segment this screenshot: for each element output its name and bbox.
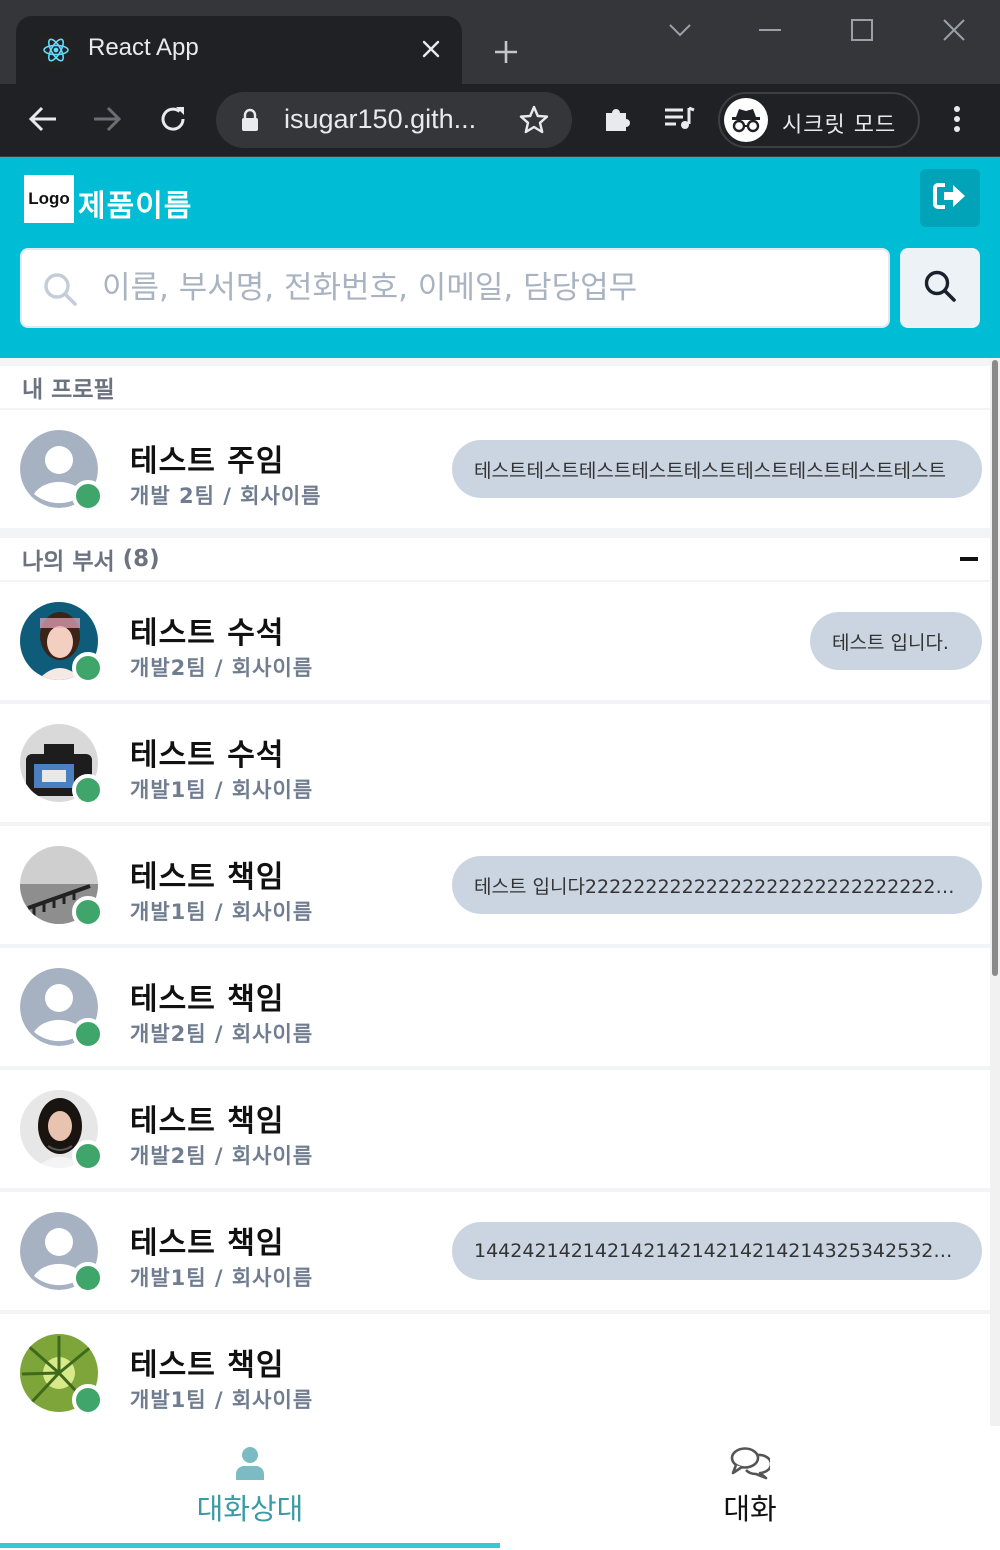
incognito-label: 시크릿 모드 — [782, 113, 897, 138]
contact-row[interactable]: 테스트 책임 개발1팀 / 회사이름 144242142142142142142… — [0, 1192, 990, 1310]
browser-toolbar: isugar150.gith... 시크릿 모드 — [0, 84, 1000, 157]
tab-chat-label: 대화 — [723, 1492, 777, 1526]
contact-name: 테스트 책임 — [130, 1348, 285, 1383]
search-box — [20, 248, 890, 328]
avatar — [20, 1334, 104, 1416]
url-text: isugar150.gith... — [284, 104, 477, 134]
sign-out-icon — [933, 182, 967, 214]
contact-row[interactable]: 테스트 책임 개발1팀 / 회사이름 테스트 입니다22222222222222… — [0, 826, 990, 944]
online-status-dot — [72, 1018, 104, 1050]
contact-name: 테스트 책임 — [130, 1104, 285, 1139]
back-arrow-icon[interactable] — [20, 96, 66, 142]
active-tab-indicator — [0, 1543, 500, 1548]
tab-contacts-label: 대화상대 — [196, 1492, 304, 1526]
my-profile-section-header: 내 프로필 — [0, 366, 990, 408]
app-header: Logo 제품이름 — [0, 157, 1000, 358]
reload-icon[interactable] — [150, 96, 196, 142]
tab-search-chevron-down-icon[interactable] — [660, 10, 700, 50]
browser-tabstrip: React App — [0, 0, 1000, 84]
maximize-icon[interactable] — [842, 10, 882, 50]
status-message: 1442421421421421421421421421432534253298… — [474, 1240, 960, 1262]
contact-dept: 개발1팀 / 회사이름 — [130, 1388, 314, 1412]
contact-row[interactable]: 테스트 수석 개발1팀 / 회사이름 — [0, 704, 990, 822]
tab-contacts[interactable]: 대화상대 — [0, 1426, 500, 1550]
contact-name: 테스트 책임 — [130, 860, 285, 895]
user-icon — [0, 1446, 500, 1480]
online-status-dot — [72, 1384, 104, 1416]
contact-name: 테스트 책임 — [130, 1226, 285, 1261]
contact-dept: 개발2팀 / 회사이름 — [130, 1022, 314, 1046]
member-count: (8) — [122, 546, 160, 572]
contact-list: 내 프로필 테스트 주임 개발 2팀 / 회사이름 테스트테스트테스트테스트테스… — [0, 358, 1000, 1426]
bookmark-star-icon[interactable] — [518, 104, 550, 140]
contact-dept: 개발 2팀 / 회사이름 — [130, 484, 322, 508]
logout-button[interactable] — [920, 169, 980, 227]
new-tab-plus-icon[interactable] — [488, 34, 524, 70]
status-message: 테스트 입니다222222222222222222222222222222222… — [474, 875, 960, 898]
avatar — [20, 968, 104, 1050]
minimize-icon[interactable] — [750, 10, 790, 50]
tab-close-icon[interactable] — [416, 34, 446, 64]
logo: Logo — [24, 175, 74, 223]
online-status-dot — [72, 480, 104, 512]
bottom-nav: 대화상대 대화 — [0, 1426, 1000, 1550]
contact-row[interactable]: 테스트 책임 개발2팀 / 회사이름 — [0, 948, 990, 1066]
scrollbar[interactable] — [990, 358, 1000, 1426]
forward-arrow-icon[interactable] — [84, 96, 130, 142]
status-message-bubble: 테스트 입니다. — [810, 612, 982, 670]
my-department-section-header[interactable]: 나의 부서 (8) — [0, 538, 990, 580]
contact-name: 테스트 주임 — [130, 444, 285, 479]
search-button[interactable] — [900, 248, 980, 328]
tab-chat[interactable]: 대화 — [500, 1426, 1000, 1550]
status-message: 테스트 입니다. — [832, 631, 949, 654]
react-favicon-icon — [40, 34, 72, 66]
contact-dept: 개발1팀 / 회사이름 — [130, 1266, 314, 1290]
search-input[interactable] — [102, 262, 872, 314]
contact-row[interactable]: 테스트 책임 개발1팀 / 회사이름 — [0, 1314, 990, 1426]
contact-name: 테스트 책임 — [130, 982, 285, 1017]
search-icon — [923, 269, 957, 307]
browser-menu-kebab-icon[interactable] — [934, 96, 980, 142]
extensions-puzzle-icon[interactable] — [594, 96, 640, 142]
incognito-profile-button[interactable]: 시크릿 모드 — [718, 92, 920, 148]
avatar — [20, 724, 104, 806]
contact-dept: 개발1팀 / 회사이름 — [130, 900, 314, 924]
avatar — [20, 430, 104, 512]
incognito-icon — [724, 98, 768, 142]
collapse-minus-icon[interactable] — [960, 557, 978, 561]
avatar — [20, 846, 104, 928]
tab-title: React App — [88, 34, 199, 61]
contact-row[interactable]: 테스트 책임 개발2팀 / 회사이름 — [0, 1070, 990, 1188]
status-message-bubble: 1442421421421421421421421421432534253298… — [452, 1222, 982, 1280]
online-status-dot — [72, 1140, 104, 1172]
avatar — [20, 1090, 104, 1172]
product-name: 제품이름 — [78, 189, 193, 224]
online-status-dot — [72, 1262, 104, 1294]
search-icon — [42, 271, 78, 311]
section-title: 내 프로필 — [22, 377, 115, 403]
contact-dept: 개발2팀 / 회사이름 — [130, 656, 314, 680]
contact-name: 테스트 수석 — [130, 738, 285, 773]
status-message-bubble: 테스트테스트테스트테스트테스트테스트테스트테스트테스트 — [452, 440, 982, 498]
window-close-icon[interactable] — [934, 10, 974, 50]
contact-dept: 개발2팀 / 회사이름 — [130, 1144, 314, 1168]
lock-icon — [240, 108, 260, 136]
online-status-dot — [72, 774, 104, 806]
online-status-dot — [72, 896, 104, 928]
status-message: 테스트테스트테스트테스트테스트테스트테스트테스트테스트 — [474, 459, 946, 482]
comments-icon — [500, 1446, 1000, 1480]
address-bar[interactable]: isugar150.gith... — [216, 92, 572, 148]
section-title: 나의 부서 — [22, 549, 115, 575]
contact-dept: 개발1팀 / 회사이름 — [130, 778, 314, 802]
browser-tab[interactable]: React App — [16, 16, 462, 84]
status-message-bubble: 테스트 입니다222222222222222222222222222222222… — [452, 856, 982, 914]
online-status-dot — [72, 652, 104, 684]
avatar — [20, 1212, 104, 1294]
avatar — [20, 602, 104, 684]
my-profile-row[interactable]: 테스트 주임 개발 2팀 / 회사이름 테스트테스트테스트테스트테스트테스트테스… — [0, 410, 990, 528]
scrollbar-thumb[interactable] — [992, 360, 998, 976]
contact-name: 테스트 수석 — [130, 616, 285, 651]
media-playlist-icon[interactable] — [656, 96, 702, 142]
contact-row[interactable]: 테스트 수석 개발2팀 / 회사이름 테스트 입니다. — [0, 582, 990, 700]
